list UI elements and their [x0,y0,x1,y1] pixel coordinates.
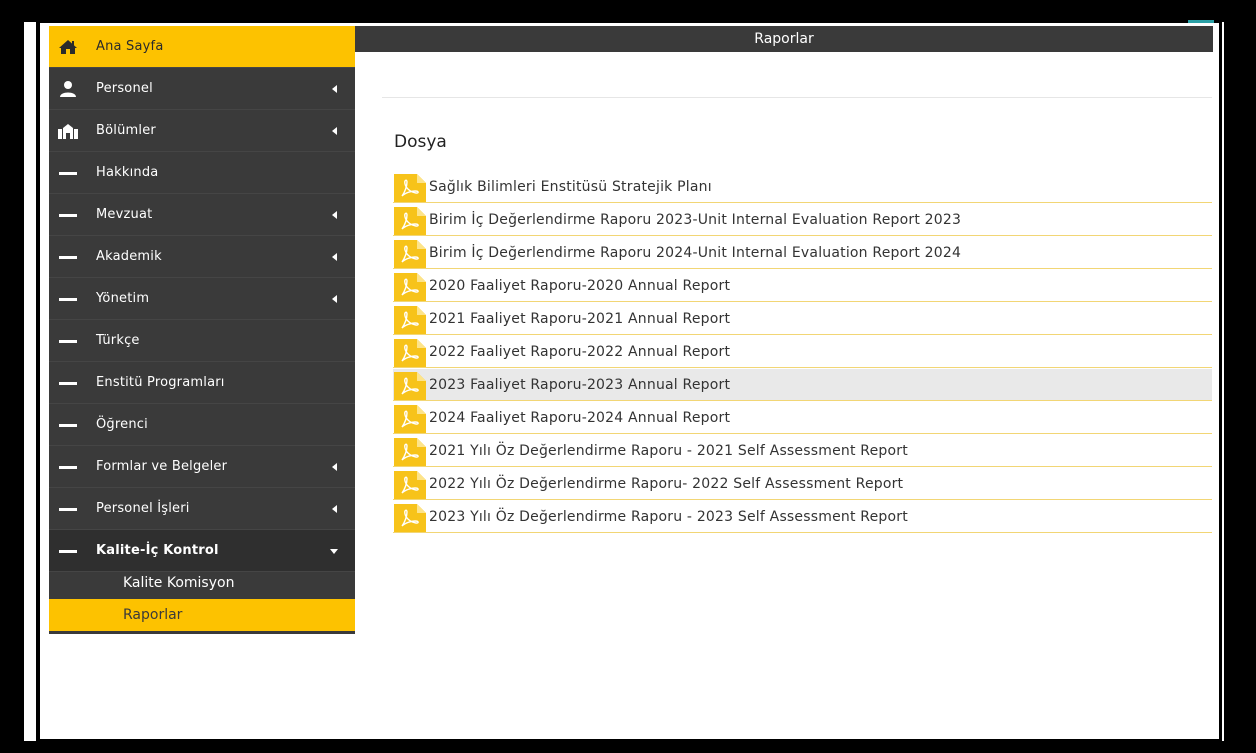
file-link[interactable]: 2023 Yılı Öz Değerlendirme Raporu - 2023… [429,509,908,525]
pdf-icon [393,207,426,235]
sidebar-item-bolumler[interactable]: Bölümler [49,110,355,152]
file-row[interactable]: 2022 Faaliyet Raporu-2022 Annual Report [393,336,1212,368]
pdf-icon [393,504,426,532]
section-title: Dosya [394,132,447,152]
dash-icon [57,530,79,572]
sidebar-item-enstitu-programlari[interactable]: Enstitü Programları [49,362,355,404]
sidebar-item-label: Türkçe [96,333,140,348]
dash-icon [57,278,79,320]
sidebar-item-ana-sayfa[interactable]: Ana Sayfa [49,26,355,68]
file-link[interactable]: 2024 Faaliyet Raporu-2024 Annual Report [429,410,730,426]
page-title: Raporlar [754,31,814,47]
file-row[interactable]: Birim İç Değerlendirme Raporu 2024-Unit … [393,237,1212,269]
dash-icon [57,362,79,404]
file-link[interactable]: 2021 Faaliyet Raporu-2021 Annual Report [429,311,730,327]
file-row[interactable]: 2021 Faaliyet Raporu-2021 Annual Report [393,303,1212,335]
file-link[interactable]: 2022 Yılı Öz Değerlendirme Raporu- 2022 … [429,476,903,492]
dash-icon [57,320,79,362]
sidebar-item-turkce[interactable]: Türkçe [49,320,355,362]
dash-icon [57,152,79,194]
person-icon [57,68,79,110]
sidebar-subitem-kalite-komisyon[interactable]: Kalite Komisyon [49,567,355,599]
sidebar-subitem-label: Kalite Komisyon [123,575,235,591]
sidebar-item-mevzuat[interactable]: Mevzuat [49,194,355,236]
dash-icon [57,236,79,278]
sidebar-item-personel[interactable]: Personel [49,68,355,110]
file-link[interactable]: Birim İç Değerlendirme Raporu 2023-Unit … [429,212,961,228]
pdf-icon [393,339,426,367]
sidebar-item-label: Personel [96,81,153,96]
sidebar-item-label: Bölümler [96,123,156,138]
pdf-icon [393,405,426,433]
file-link[interactable]: 2020 Faaliyet Raporu-2020 Annual Report [429,278,730,294]
pdf-icon [393,372,426,400]
sidebar-item-kalite-ic-kontrol[interactable]: Kalite-İç Kontrol [49,530,355,572]
sidebar-item-label: Formlar ve Belgeler [96,459,228,474]
file-row[interactable]: Sağlık Bilimleri Enstitüsü Stratejik Pla… [393,171,1212,203]
dash-icon [57,488,79,530]
chevron-left-icon [332,85,337,93]
file-row[interactable]: 2023 Yılı Öz Değerlendirme Raporu - 2023… [393,501,1212,533]
chevron-left-icon [332,127,337,135]
sidebar-item-label: Personel İşleri [96,501,190,516]
home-icon [57,26,79,68]
sidebar-item-formlar-ve-belgeler[interactable]: Formlar ve Belgeler [49,446,355,488]
chevron-left-icon [332,295,337,303]
file-link[interactable]: Birim İç Değerlendirme Raporu 2024-Unit … [429,245,961,261]
chevron-left-icon [332,463,337,471]
sidebar-item-label: Ana Sayfa [96,39,164,54]
corner-accent [1188,20,1214,23]
sidebar-subitem-raporlar[interactable]: Raporlar [49,599,355,631]
divider [382,97,1212,98]
building-icon [57,110,79,152]
dash-icon [57,446,79,488]
file-row[interactable]: 2021 Yılı Öz Değerlendirme Raporu - 2021… [393,435,1212,467]
pdf-icon [393,438,426,466]
pdf-icon [393,240,426,268]
dash-icon [57,194,79,236]
pdf-icon [393,471,426,499]
sidebar-item-label: Enstitü Programları [96,375,225,390]
dash-icon [57,404,79,446]
pdf-icon [393,174,426,202]
sidebar-item-label: Yönetim [96,291,150,306]
sidebar: Ana Sayfa Personel Bölümler Hakkında Mev… [49,26,355,634]
sidebar-item-ogrenci[interactable]: Öğrenci [49,404,355,446]
file-row[interactable]: 2022 Yılı Öz Değerlendirme Raporu- 2022 … [393,468,1212,500]
sidebar-item-label: Hakkında [96,165,159,180]
sidebar-item-personel-isleri[interactable]: Personel İşleri [49,488,355,530]
file-row[interactable]: 2023 Faaliyet Raporu-2023 Annual Report [393,369,1212,401]
file-link[interactable]: Sağlık Bilimleri Enstitüsü Stratejik Pla… [429,179,712,195]
pdf-icon [393,273,426,301]
sidebar-item-hakkinda[interactable]: Hakkında [49,152,355,194]
sidebar-item-label: Mevzuat [96,207,153,222]
sidebar-item-yonetim[interactable]: Yönetim [49,278,355,320]
page-header: Raporlar [355,26,1213,52]
chevron-down-icon [330,549,338,554]
sidebar-subitem-label: Raporlar [123,607,183,623]
pdf-icon [393,306,426,334]
sidebar-item-label: Akademik [96,249,162,264]
file-row[interactable]: Birim İç Değerlendirme Raporu 2023-Unit … [393,204,1212,236]
file-link[interactable]: 2021 Yılı Öz Değerlendirme Raporu - 2021… [429,443,908,459]
file-row[interactable]: 2024 Faaliyet Raporu-2024 Annual Report [393,402,1212,434]
chevron-left-icon [332,253,337,261]
sidebar-item-label: Öğrenci [96,417,148,432]
sidebar-item-label: Kalite-İç Kontrol [96,543,219,558]
sidebar-item-akademik[interactable]: Akademik [49,236,355,278]
chevron-left-icon [332,211,337,219]
chevron-left-icon [332,505,337,513]
file-link[interactable]: 2022 Faaliyet Raporu-2022 Annual Report [429,344,730,360]
file-link[interactable]: 2023 Faaliyet Raporu-2023 Annual Report [429,377,730,393]
file-row[interactable]: 2020 Faaliyet Raporu-2020 Annual Report [393,270,1212,302]
